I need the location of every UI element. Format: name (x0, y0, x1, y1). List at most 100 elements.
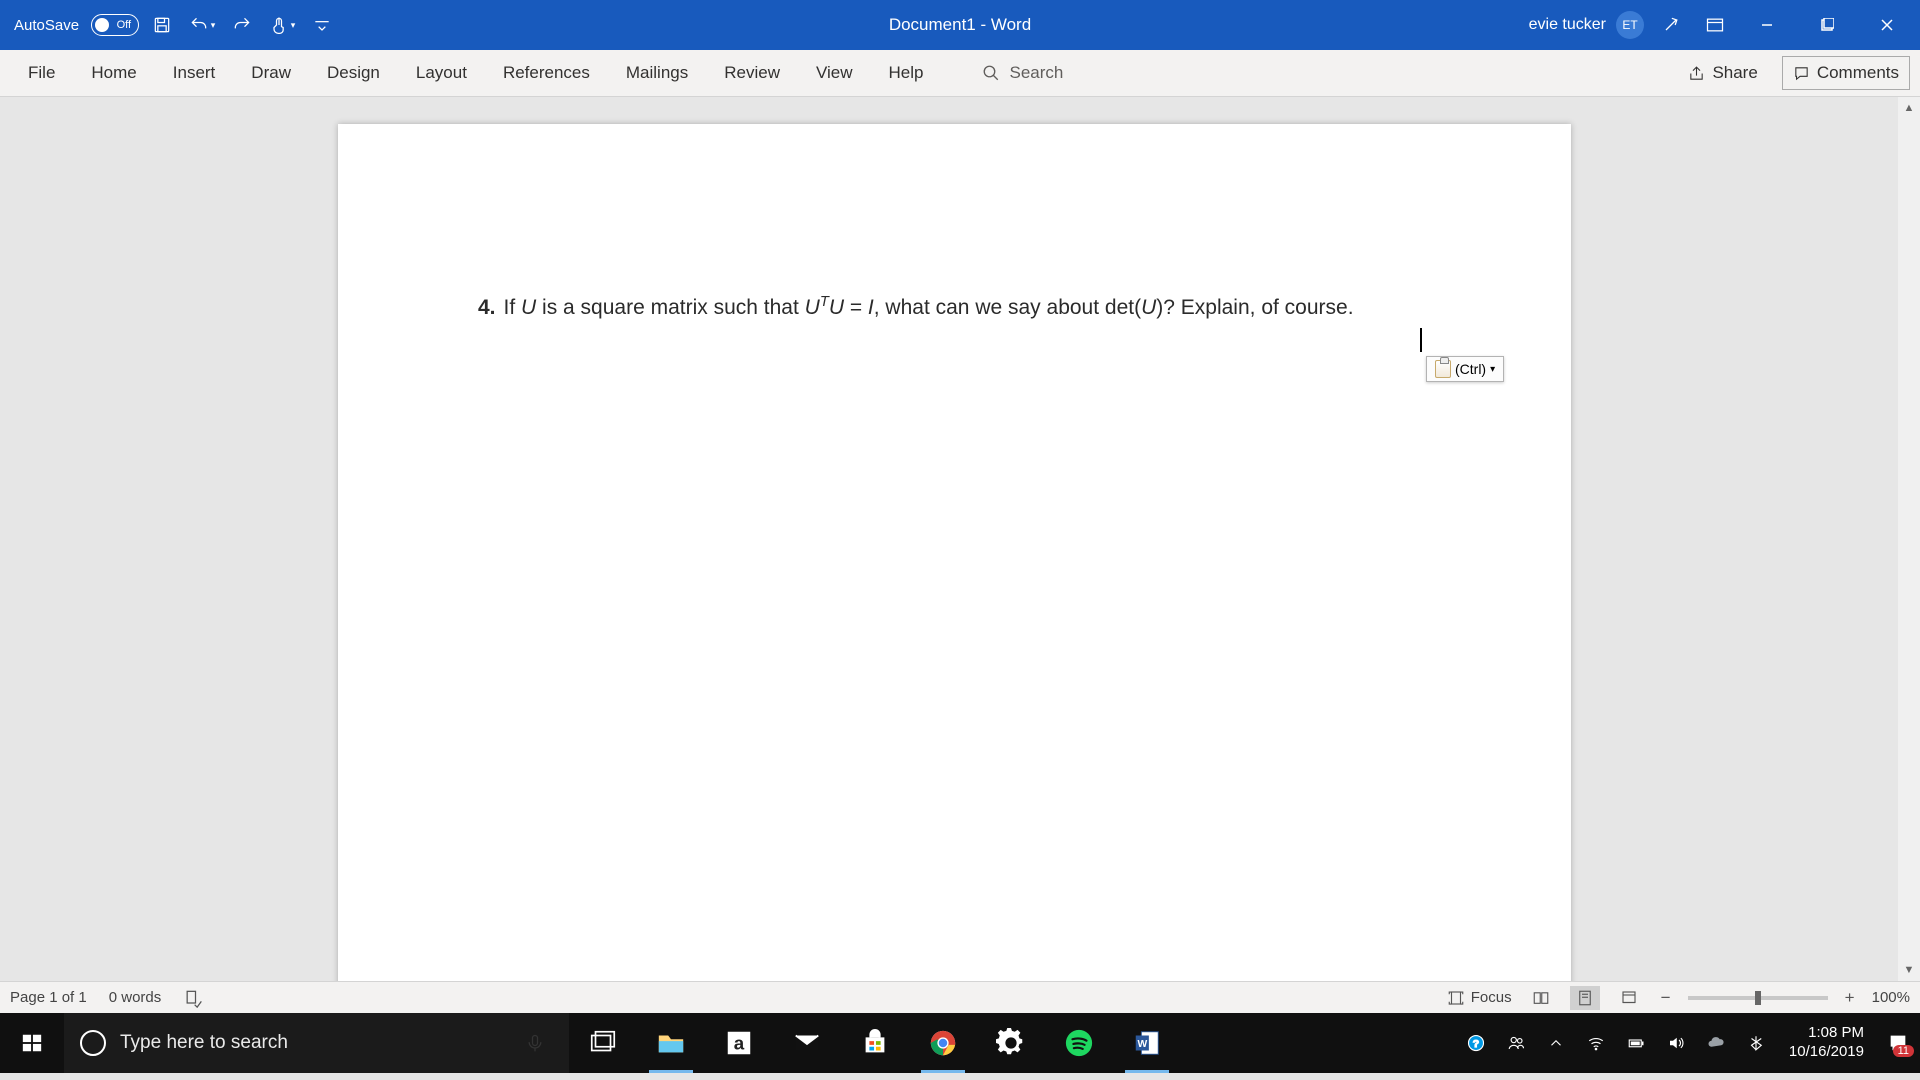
battery-icon[interactable] (1621, 1034, 1651, 1052)
focus-label: Focus (1471, 989, 1512, 1006)
username-label[interactable]: evie tucker (1529, 16, 1606, 34)
chevron-down-icon[interactable]: ▾ (211, 20, 216, 31)
read-mode-icon[interactable] (1526, 986, 1556, 1010)
tab-insert[interactable]: Insert (155, 53, 234, 93)
spotify-icon[interactable] (1045, 1013, 1113, 1073)
comments-label: Comments (1817, 63, 1899, 83)
coming-soon-icon[interactable] (1654, 8, 1688, 42)
titlebar-right: evie tucker ET (1529, 5, 1920, 45)
tray-expand-icon[interactable] (1541, 1034, 1571, 1052)
undo-icon[interactable]: ▾ (185, 8, 219, 42)
autosave-toggle[interactable]: Off (91, 14, 139, 36)
redo-icon[interactable] (225, 8, 259, 42)
save-icon[interactable] (145, 8, 179, 42)
taskbar-search[interactable]: Type here to search (64, 1013, 569, 1073)
tab-home[interactable]: Home (73, 53, 154, 93)
titlebar-left: AutoSave Off ▾ ▾ (0, 8, 339, 42)
start-button[interactable] (0, 1013, 64, 1073)
comment-icon (1793, 65, 1810, 82)
wifi-icon[interactable] (1581, 1034, 1611, 1052)
focus-icon (1447, 989, 1465, 1007)
minimize-button[interactable] (1742, 5, 1792, 45)
page-info[interactable]: Page 1 of 1 (10, 989, 87, 1006)
mic-icon[interactable] (525, 1030, 545, 1056)
document-title: Document1 - Word (889, 15, 1031, 35)
system-tray: ? 1:08 PM 10/16/2019 11 (1461, 1013, 1920, 1073)
bluetooth-icon[interactable] (1741, 1034, 1771, 1052)
tab-layout[interactable]: Layout (398, 53, 485, 93)
share-label: Share (1712, 63, 1757, 83)
spellcheck-icon[interactable] (183, 988, 203, 1008)
volume-icon[interactable] (1661, 1034, 1691, 1052)
tell-me-search[interactable]: Search (942, 63, 1064, 83)
taskbar-clock[interactable]: 1:08 PM 10/16/2019 (1781, 1024, 1872, 1062)
print-layout-icon[interactable] (1570, 986, 1600, 1010)
search-placeholder: Search (1010, 63, 1064, 83)
zoom-slider[interactable] (1688, 996, 1828, 1000)
people-icon[interactable] (1501, 1034, 1531, 1052)
title-bar: AutoSave Off ▾ ▾ Document1 - Word evie t… (0, 0, 1920, 50)
scroll-up-icon[interactable]: ▲ (1898, 97, 1920, 119)
tab-file[interactable]: File (10, 53, 73, 93)
zoom-out-button[interactable]: − (1658, 988, 1674, 1008)
clock-date: 10/16/2019 (1789, 1043, 1864, 1062)
close-button[interactable] (1862, 5, 1912, 45)
windows-icon (21, 1032, 43, 1054)
action-center-icon[interactable]: 11 (1882, 1027, 1914, 1059)
windows-taskbar: Type here to search a W ? 1:08 PM 10/16/… (0, 1013, 1920, 1073)
scroll-down-icon[interactable]: ▼ (1898, 959, 1920, 981)
clock-time: 1:08 PM (1789, 1024, 1864, 1043)
maximize-button[interactable] (1802, 5, 1852, 45)
ribbon-tabs: File Home Insert Draw Design Layout Refe… (0, 50, 1920, 97)
onedrive-icon[interactable] (1701, 1034, 1731, 1052)
zoom-thumb[interactable] (1755, 991, 1761, 1005)
ribbon-display-icon[interactable] (1698, 8, 1732, 42)
tab-design[interactable]: Design (309, 53, 398, 93)
tab-mailings[interactable]: Mailings (608, 53, 706, 93)
item-number: 4. (478, 296, 496, 319)
document-page[interactable]: 4.If U is a square matrix such that UTU … (338, 124, 1571, 981)
document-text[interactable]: 4.If U is a square matrix such that UTU … (478, 294, 1354, 320)
customize-qat-icon[interactable] (305, 8, 339, 42)
comments-button[interactable]: Comments (1782, 56, 1910, 90)
share-icon (1688, 65, 1705, 82)
zoom-in-button[interactable]: + (1842, 988, 1858, 1008)
microsoft-store-icon[interactable] (841, 1013, 909, 1073)
tab-view[interactable]: View (798, 53, 871, 93)
document-area: 4.If U is a square matrix such that UTU … (0, 97, 1920, 981)
search-icon (982, 64, 1000, 82)
zoom-level[interactable]: 100% (1872, 989, 1910, 1006)
word-count[interactable]: 0 words (109, 989, 162, 1006)
focus-mode-button[interactable]: Focus (1447, 989, 1512, 1007)
chevron-down-icon[interactable]: ▾ (291, 20, 296, 31)
word-icon[interactable]: W (1113, 1013, 1181, 1073)
tab-references[interactable]: References (485, 53, 608, 93)
get-help-icon[interactable]: ? (1461, 1034, 1491, 1052)
autosave-state: Off (117, 19, 131, 31)
tab-review[interactable]: Review (706, 53, 798, 93)
notification-badge: 11 (1893, 1045, 1914, 1057)
status-left: Page 1 of 1 0 words (10, 988, 203, 1008)
settings-icon[interactable] (977, 1013, 1045, 1073)
status-bar: Page 1 of 1 0 words Focus − + 100% (0, 981, 1920, 1013)
clipboard-icon (1435, 360, 1451, 378)
user-avatar[interactable]: ET (1616, 11, 1644, 39)
text-cursor (1420, 328, 1422, 352)
vertical-scrollbar[interactable]: ▲ ▼ (1898, 97, 1920, 981)
chevron-down-icon: ▾ (1490, 364, 1495, 375)
tab-help[interactable]: Help (871, 53, 942, 93)
amazon-icon[interactable]: a (705, 1013, 773, 1073)
mail-icon[interactable] (773, 1013, 841, 1073)
touch-mode-icon[interactable]: ▾ (265, 8, 299, 42)
paste-options-button[interactable]: (Ctrl) ▾ (1426, 356, 1504, 382)
share-button[interactable]: Share (1678, 56, 1767, 90)
task-view-icon[interactable] (569, 1013, 637, 1073)
cortana-icon (80, 1030, 106, 1056)
svg-text:W: W (1137, 1039, 1147, 1050)
tab-draw[interactable]: Draw (233, 53, 309, 93)
status-right: Focus − + 100% (1447, 986, 1910, 1010)
taskbar-apps: a W (569, 1013, 1181, 1073)
web-layout-icon[interactable] (1614, 986, 1644, 1010)
chrome-icon[interactable] (909, 1013, 977, 1073)
file-explorer-icon[interactable] (637, 1013, 705, 1073)
